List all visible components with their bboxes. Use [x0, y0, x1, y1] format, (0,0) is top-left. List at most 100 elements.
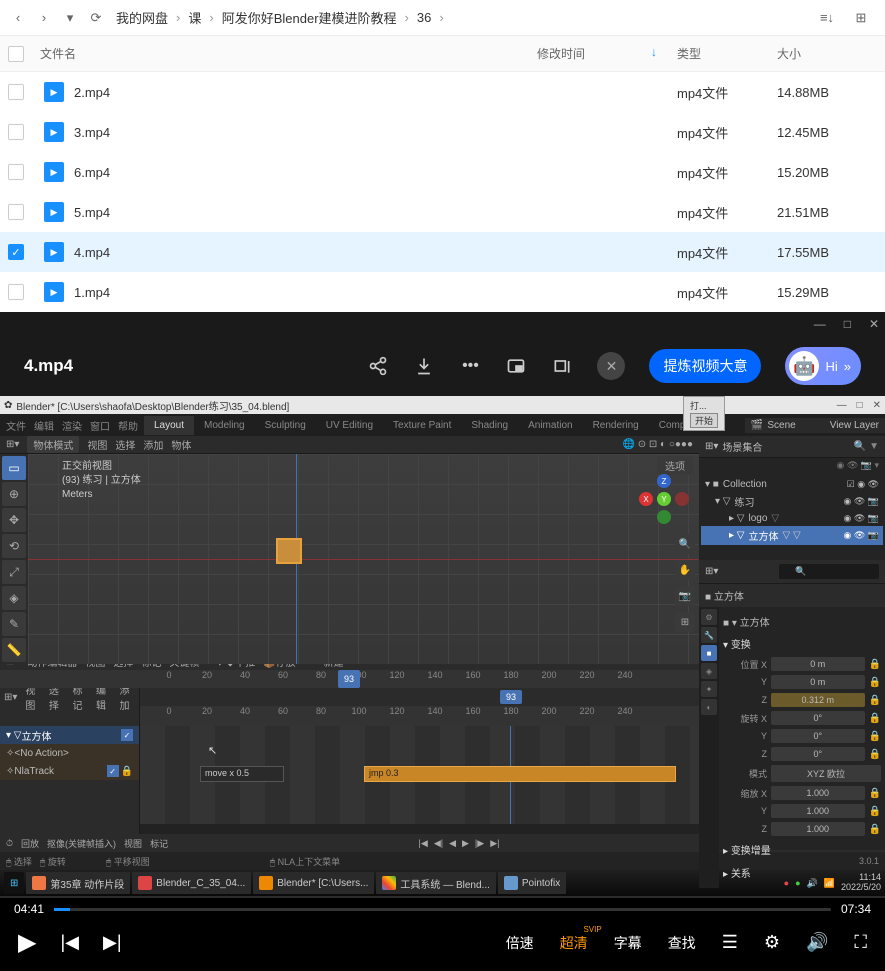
pip-icon[interactable]	[505, 355, 527, 377]
row-checkbox[interactable]: ✓	[8, 244, 24, 260]
sort-icon[interactable]: ≡↓	[817, 8, 837, 28]
props-tab[interactable]: 🔧	[701, 627, 717, 643]
scale-tool[interactable]: ⤢	[2, 560, 26, 584]
taskbar-item[interactable]: 第35章 动作片段	[26, 872, 130, 894]
next-key-icon[interactable]: |▶	[475, 838, 484, 849]
playhead[interactable]: 93	[338, 670, 360, 688]
row-checkbox[interactable]	[8, 164, 24, 180]
nav-gizmo[interactable]: X Y Z	[639, 474, 689, 524]
props-tab[interactable]: ◐	[701, 699, 717, 715]
nla-object[interactable]: ▾ ▽立方体✓	[0, 726, 139, 744]
tab[interactable]: UV Editing	[316, 416, 383, 435]
download-icon[interactable]	[413, 355, 435, 377]
more-icon[interactable]: •••	[459, 355, 481, 377]
crumb[interactable]: 我的网盘	[116, 8, 168, 27]
minimize-icon[interactable]: —	[814, 317, 826, 331]
avatar-badge[interactable]: 🤖 Hi »	[785, 347, 861, 385]
select-tool[interactable]: ▭	[2, 456, 26, 480]
col-size[interactable]: 大小	[777, 45, 877, 62]
row-checkbox[interactable]	[8, 284, 24, 300]
blender-menu[interactable]: 文件	[6, 418, 26, 433]
props-tab[interactable]: ◈	[701, 663, 717, 679]
tab[interactable]: Sculpting	[255, 416, 316, 435]
start-button[interactable]: ⊞	[4, 872, 24, 894]
jump-start-icon[interactable]: |◀	[419, 838, 428, 849]
transform-tool[interactable]: ◈	[2, 586, 26, 610]
crumb[interactable]: 课	[188, 8, 201, 27]
tab[interactable]: Texture Paint	[383, 416, 461, 435]
play-button[interactable]: ▶	[18, 928, 36, 957]
share-icon[interactable]	[367, 355, 389, 377]
col-name[interactable]: 文件名	[32, 45, 537, 62]
outliner-item[interactable]: ▸ ▽logo▽◉ 👁 📷	[701, 511, 883, 526]
quality-button[interactable]: 超清SVIP	[560, 933, 588, 953]
cube-object[interactable]	[276, 538, 302, 564]
nav-forward[interactable]: ›	[34, 8, 54, 28]
outliner-item[interactable]: ▾ ▽练习◉ 👁 📷	[701, 492, 883, 511]
outliner-item-selected[interactable]: ▸ ▽立方体▽ ▽◉ 👁 📷	[701, 526, 883, 545]
tab-layout[interactable]: Layout	[144, 416, 194, 435]
outliner-item[interactable]: ▾ ■Collection☑ ◉ 👁	[701, 477, 883, 492]
file-row[interactable]: ▶ 3.mp4 mp4文件 12.45MB	[0, 112, 885, 152]
nav-back[interactable]: ‹	[8, 8, 28, 28]
taskbar-item[interactable]: Blender_C_35_04...	[132, 872, 251, 894]
col-date[interactable]: 修改时间↓	[537, 45, 677, 62]
nav-refresh[interactable]: ⟳	[86, 8, 106, 28]
crop-icon[interactable]	[551, 355, 573, 377]
row-checkbox[interactable]	[8, 124, 24, 140]
playlist-icon[interactable]: ☰	[722, 932, 738, 953]
annotate-tool[interactable]: ✎	[2, 612, 26, 636]
run-dialog[interactable]: 打... 开始	[683, 396, 725, 431]
min-icon[interactable]: —	[837, 400, 847, 411]
tab[interactable]: Animation	[518, 416, 582, 435]
jump-end-icon[interactable]: ▶|	[490, 838, 499, 849]
rotate-tool[interactable]: ⟲	[2, 534, 26, 558]
nla-strip[interactable]: move x 0.5	[200, 766, 284, 782]
col-type[interactable]: 类型	[677, 45, 777, 62]
progress-bar[interactable]	[54, 908, 831, 911]
vp-options[interactable]: 选项	[657, 456, 693, 475]
taskbar-item[interactable]: 工具系统 — Blend...	[376, 872, 495, 894]
mode-dropdown[interactable]: 物体模式	[27, 436, 79, 453]
file-row[interactable]: ▶ 2.mp4 mp4文件 14.88MB	[0, 72, 885, 112]
next-button[interactable]: ▶|	[103, 932, 122, 953]
nav-dropdown[interactable]: ▾	[60, 8, 80, 28]
props-tab-object[interactable]: ■	[701, 645, 717, 661]
close-icon[interactable]: ✕	[869, 317, 879, 331]
crumb[interactable]: 阿发你好Blender建模进阶教程	[222, 8, 397, 27]
row-checkbox[interactable]	[8, 204, 24, 220]
row-checkbox[interactable]	[8, 84, 24, 100]
measure-tool[interactable]: 📏	[2, 638, 26, 662]
prev-key-icon[interactable]: ◀|	[434, 838, 443, 849]
crumb[interactable]: 36	[417, 10, 431, 25]
close-button[interactable]: ✕	[597, 352, 625, 380]
subtitle-button[interactable]: 字幕	[614, 933, 642, 953]
fullscreen-icon[interactable]: ⛶	[854, 932, 867, 953]
nla-track[interactable]: ✧NlaTrack✓🔒	[0, 762, 139, 780]
search-button[interactable]: 查找	[668, 933, 696, 953]
cursor-tool[interactable]: ⊕	[2, 482, 26, 506]
file-row[interactable]: ▶ 6.mp4 mp4文件 15.20MB	[0, 152, 885, 192]
viewport[interactable]: ▭ ⊕ ✥ ⟲ ⤢ ◈ ✎ 📏	[0, 454, 699, 664]
move-tool[interactable]: ✥	[2, 508, 26, 532]
blender-menu[interactable]: 渲染	[62, 418, 82, 433]
play-icon[interactable]: ▶	[462, 838, 469, 849]
grid-icon[interactable]: ⊞	[675, 612, 695, 632]
view-icon[interactable]: ⊞	[851, 8, 871, 28]
select-all-checkbox[interactable]	[8, 46, 24, 62]
blender-menu[interactable]: 帮助	[118, 418, 138, 433]
file-row[interactable]: ✓ ▶ 4.mp4 mp4文件 17.55MB	[0, 232, 885, 272]
blender-menu[interactable]: 窗口	[90, 418, 110, 433]
prev-button[interactable]: |◀	[60, 932, 79, 953]
settings-icon[interactable]: ⚙	[764, 932, 780, 953]
play-rev-icon[interactable]: ◀	[449, 838, 456, 849]
camera-icon[interactable]: 📷	[675, 586, 695, 606]
extract-button[interactable]: 提炼视频大意	[649, 349, 761, 383]
speed-button[interactable]: 倍速	[506, 933, 534, 953]
props-search[interactable]: 🔍	[779, 564, 879, 579]
volume-icon[interactable]: 🔊	[806, 932, 828, 953]
tab[interactable]: Modeling	[194, 416, 255, 435]
zoom-icon[interactable]: 🔍	[675, 534, 695, 554]
props-tab[interactable]: ✦	[701, 681, 717, 697]
close-icon[interactable]: ✕	[873, 400, 881, 411]
